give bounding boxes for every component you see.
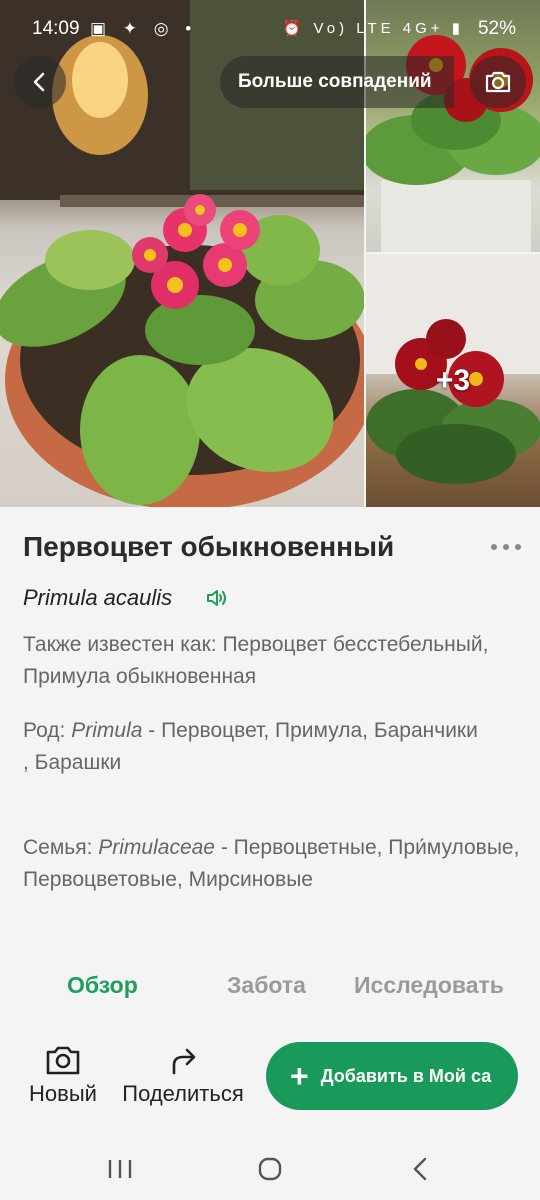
notification-icons: ▣ ✦ ◎ •	[90, 19, 198, 38]
family-latin: Primulaceae	[98, 836, 215, 859]
more-matches-button[interactable]: Больше совпадений	[220, 56, 454, 108]
also-known-as: Также известен как: Первоцвет бесстебель…	[23, 633, 489, 688]
chevron-left-icon	[33, 72, 45, 92]
recent-apps-icon[interactable]	[100, 1154, 140, 1184]
genus-info: Род: Primula - Первоцвет, Примула, Баран…	[23, 715, 523, 779]
add-to-my-garden-button[interactable]: + Добавить в Мой са	[266, 1042, 518, 1110]
tab-overview[interactable]: Обзор	[67, 972, 138, 999]
status-time: 14:09	[32, 18, 80, 39]
genus-latin: Primula	[71, 719, 143, 742]
tab-explore[interactable]: Исследовать	[354, 972, 504, 999]
status-bar: 14:09 ▣ ✦ ◎ • ⏰ Vo) LTE 4G+ ▮ 52%	[0, 0, 540, 60]
plant-info-panel: Первоцвет обыкновенный Primula acaulis Т…	[0, 507, 540, 957]
camera-icon	[46, 1046, 80, 1075]
share-label: Поделиться	[122, 1081, 244, 1106]
plus-icon: +	[290, 1058, 309, 1094]
camera-button[interactable]	[470, 56, 526, 108]
new-scan-button[interactable]: Новый	[18, 1043, 108, 1113]
more-options-icon[interactable]	[488, 537, 524, 557]
back-button[interactable]	[14, 56, 66, 108]
add-label: Добавить в Мой са	[320, 1065, 492, 1086]
share-button[interactable]: Поделиться	[112, 1043, 254, 1113]
genus-names: - Первоцвет, Примула, Баранчики	[142, 719, 478, 742]
family-prefix: Семья:	[23, 836, 99, 859]
speaker-icon[interactable]	[205, 587, 229, 609]
section-tabs: Обзор Забота Исследовать	[0, 962, 540, 1012]
family-info: Семья: Primulaceae - Первоцветные, При́м…	[23, 832, 523, 896]
more-photos-count[interactable]: +3	[366, 254, 540, 507]
battery-level: 52%	[477, 18, 516, 39]
signal-icons: ⏰ Vo) LTE 4G+ ▮	[282, 20, 464, 37]
plant-latin-name: Primula acaulis	[23, 585, 173, 610]
plant-common-name: Первоцвет обыкновенный	[23, 531, 395, 562]
new-label: Новый	[29, 1081, 97, 1106]
camera-icon	[485, 71, 511, 93]
genus-names-cont: , Барашки	[23, 751, 122, 774]
back-nav-icon[interactable]	[400, 1154, 440, 1184]
home-icon[interactable]	[250, 1154, 290, 1184]
tab-care[interactable]: Забота	[227, 972, 306, 999]
share-arrow-icon	[172, 1048, 196, 1075]
genus-prefix: Род:	[23, 719, 72, 742]
system-nav-bar	[0, 1140, 540, 1200]
